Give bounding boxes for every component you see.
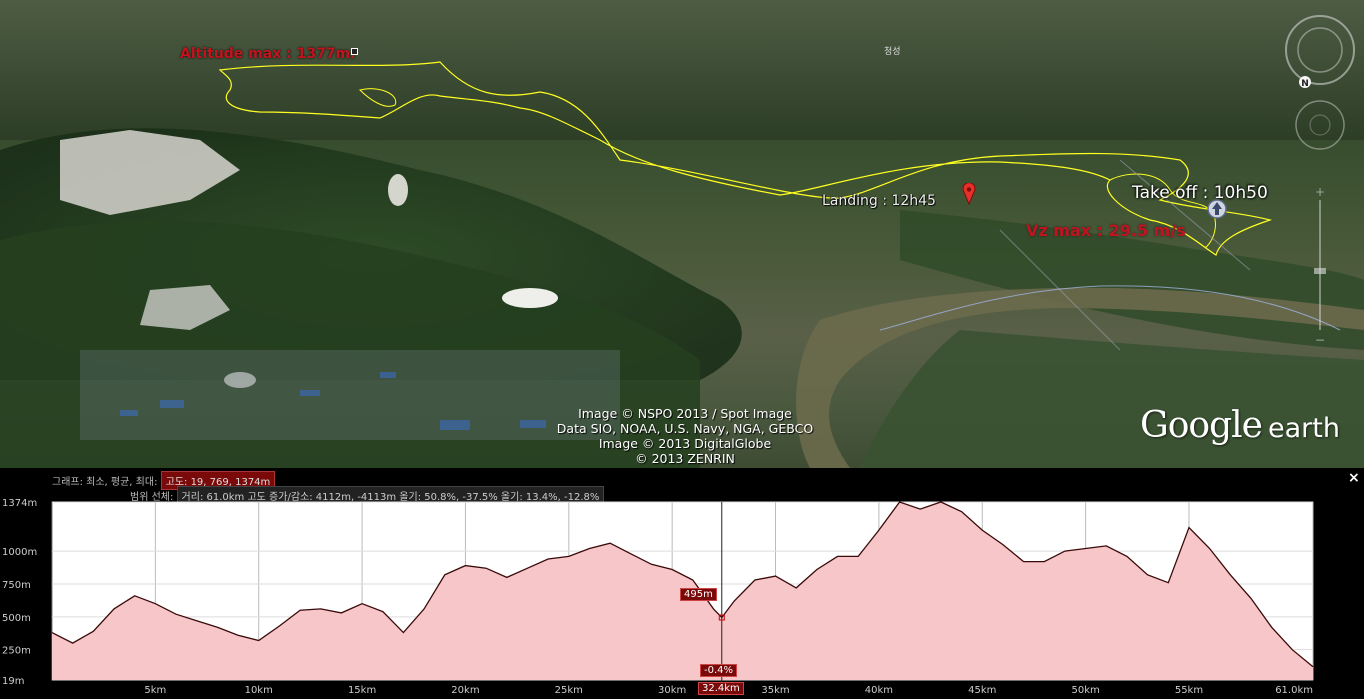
attribution-line: © 2013 ZENRIN xyxy=(635,451,735,466)
elevation-profile-panel: 그래프: 최소, 평균, 최대: 고도: 19, 769, 1374m 범위 선… xyxy=(0,468,1364,699)
map-viewport[interactable]: Altitude max : 1377m. 청성 Landing : 12h45… xyxy=(0,0,1364,468)
attribution-line: Image © NSPO 2013 / Spot Image xyxy=(578,406,792,421)
attribution-line: Data SIO, NOAA, U.S. Navy, NGA, GEBCO xyxy=(556,421,814,436)
move-ring-icon[interactable] xyxy=(1295,100,1345,150)
landing-label: Landing : 12h45 xyxy=(822,193,936,209)
y-axis-labels: 19m 250m 500m 750m 1000m 1374m xyxy=(2,498,37,687)
altitude-max-label: Altitude max : 1377m. xyxy=(180,46,356,62)
zoom-out-icon[interactable]: − xyxy=(1315,333,1325,347)
cursor-elevation-readout: 495m xyxy=(680,588,717,601)
x-tick-label: 10km xyxy=(245,685,273,696)
x-tick-label: 61.0km xyxy=(1275,685,1313,696)
x-tick-label: 55km xyxy=(1175,685,1203,696)
y-tick-label: 1374m xyxy=(2,498,37,509)
x-tick-label: 50km xyxy=(1071,685,1099,696)
x-tick-label: 5km xyxy=(144,685,166,696)
y-tick-label: 250m xyxy=(2,646,31,657)
x-tick-label: 35km xyxy=(761,685,789,696)
compass-letter: N xyxy=(1301,79,1309,89)
x-tick-label: 20km xyxy=(451,685,479,696)
navigation-controls[interactable]: N + − xyxy=(1280,10,1360,350)
y-tick-label: 1000m xyxy=(2,547,37,558)
place-label: 청성 xyxy=(884,47,901,57)
landing-pin-icon[interactable] xyxy=(962,183,976,205)
zoom-handle-icon[interactable] xyxy=(1314,268,1326,274)
imagery-attribution: Image © NSPO 2013 / Spot Image Data SIO,… xyxy=(520,406,850,466)
y-tick-label: 500m xyxy=(2,613,31,624)
cursor-distance-readout: 32.4km xyxy=(698,682,744,695)
y-tick-label: 19m xyxy=(2,676,24,687)
y-tick-label: 750m xyxy=(2,580,31,591)
takeoff-label: Take off : 10h50 xyxy=(1132,183,1268,203)
x-tick-label: 40km xyxy=(865,685,893,696)
x-tick-label: 30km xyxy=(658,685,686,696)
zoom-in-icon[interactable]: + xyxy=(1315,185,1325,199)
brand-google: Google xyxy=(1140,405,1263,446)
x-tick-label: 25km xyxy=(555,685,583,696)
attribution-line: Image © 2013 DigitalGlobe xyxy=(598,436,772,451)
close-profile-button[interactable]: × xyxy=(1348,470,1360,486)
takeoff-pin-icon[interactable] xyxy=(1206,198,1228,220)
brand-earth: earth xyxy=(1267,413,1340,444)
altitude-max-marker[interactable] xyxy=(351,48,358,55)
cursor-slope-readout: -0.4% xyxy=(700,664,738,677)
google-earth-logo: Google earth xyxy=(1140,405,1340,446)
vz-max-label: Vz max : 29.5 m/s xyxy=(1026,221,1186,240)
x-tick-label: 15km xyxy=(348,685,376,696)
x-tick-label: 45km xyxy=(968,685,996,696)
look-ring-icon[interactable] xyxy=(1285,15,1355,85)
